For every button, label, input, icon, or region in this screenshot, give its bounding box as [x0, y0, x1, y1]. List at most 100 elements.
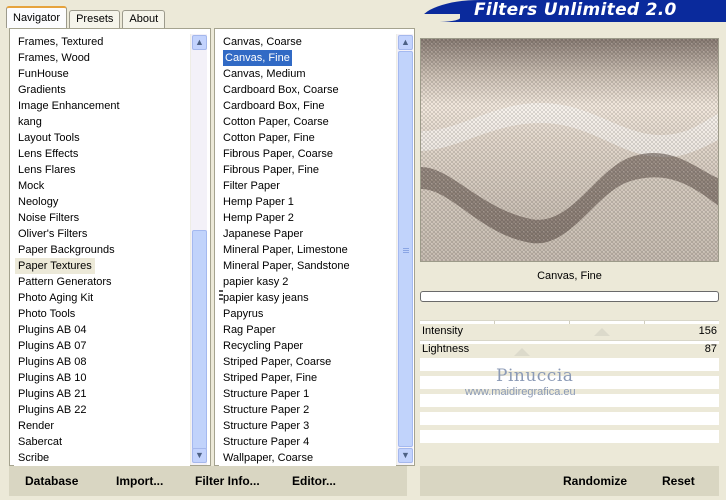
list-item-label: Plugins AB 22: [18, 404, 87, 416]
list-item[interactable]: Cotton Paper, Coarse: [219, 114, 396, 130]
chevron-down-icon[interactable]: ▼: [192, 448, 207, 463]
list-item[interactable]: Japanese Paper: [219, 226, 396, 242]
list-item[interactable]: Cardboard Box, Coarse: [219, 82, 396, 98]
list-item[interactable]: Striped Paper, Fine: [219, 370, 396, 386]
list-item[interactable]: FunHouse: [14, 66, 190, 82]
list-item[interactable]: Fibrous Paper, Coarse: [219, 146, 396, 162]
list-item-label: Hemp Paper 1: [223, 196, 294, 208]
list-item[interactable]: Neology: [14, 194, 190, 210]
list-item[interactable]: Recycling Paper: [219, 338, 396, 354]
list-item[interactable]: Mineral Paper, Limestone: [219, 242, 396, 258]
list-item-label: Paper Textures: [15, 258, 95, 274]
list-item-label: Canvas, Coarse: [223, 36, 302, 48]
list-item-label: Cardboard Box, Fine: [223, 100, 325, 112]
list-item-label: Canvas, Fine: [223, 50, 292, 66]
list-item[interactable]: Layout Tools: [14, 130, 190, 146]
list-item[interactable]: Striped Paper, Coarse: [219, 354, 396, 370]
list-item-label: Photo Tools: [18, 308, 76, 320]
editor-button[interactable]: Editor...: [292, 474, 336, 488]
list-item[interactable]: Hemp Paper 1: [219, 194, 396, 210]
list-item-label: Hemp Paper 2: [223, 212, 294, 224]
list-item-label: Neology: [18, 196, 59, 208]
list-item[interactable]: Pattern Generators: [14, 274, 190, 290]
list-item[interactable]: Render: [14, 418, 190, 434]
list-item[interactable]: Cotton Paper, Fine: [219, 130, 396, 146]
list-item[interactable]: Paper Backgrounds: [14, 242, 190, 258]
list-item[interactable]: Cardboard Box, Fine: [219, 98, 396, 114]
list-item[interactable]: Sabercat: [14, 434, 190, 450]
list-item[interactable]: Plugins AB 22: [14, 402, 190, 418]
list-item[interactable]: Frames, Wood: [14, 50, 190, 66]
list-item[interactable]: Plugins AB 10: [14, 370, 190, 386]
list-item[interactable]: Canvas, Fine: [219, 50, 396, 66]
lightness-slider-thumb[interactable]: [514, 348, 530, 356]
list-item[interactable]: Wallpaper, Coarse: [219, 450, 396, 466]
watermark-url: www.maidiregrafica.eu: [465, 386, 576, 398]
list-item[interactable]: papier kasy jeans: [219, 290, 396, 306]
list-item[interactable]: Filter Paper: [219, 178, 396, 194]
list-item-label: Rag Paper: [223, 324, 276, 336]
tab-about[interactable]: About: [122, 10, 166, 28]
filter-info-button[interactable]: Filter Info...: [195, 474, 260, 488]
list-item[interactable]: Structure Paper 1: [219, 386, 396, 402]
category-scrollbar[interactable]: ▲ ▼: [190, 34, 207, 465]
list-item[interactable]: Plugins AB 07: [14, 338, 190, 354]
list-item[interactable]: Structure Paper 4: [219, 434, 396, 450]
list-item[interactable]: Canvas, Coarse: [219, 34, 396, 50]
list-item[interactable]: Structure Paper 2: [219, 402, 396, 418]
list-item[interactable]: Frames, Textured: [14, 34, 190, 50]
chevron-up-icon[interactable]: ▲: [398, 35, 413, 50]
list-item[interactable]: Noise Filters: [14, 210, 190, 226]
tab-presets[interactable]: Presets: [69, 10, 121, 28]
import-button[interactable]: Import...: [116, 474, 163, 488]
list-item[interactable]: Plugins AB 21: [14, 386, 190, 402]
param-label: Lightness: [422, 343, 470, 355]
reset-button[interactable]: Reset: [662, 474, 695, 488]
filter-scroll-thumb[interactable]: [398, 51, 413, 447]
list-item[interactable]: Photo Tools: [14, 306, 190, 322]
list-item[interactable]: Plugins AB 04: [14, 322, 190, 338]
list-item-label: Mock: [18, 180, 45, 192]
filter-list[interactable]: Canvas, Coarse Canvas, Fine Canvas, Medium…: [219, 34, 396, 466]
list-item[interactable]: Papyrus: [219, 306, 396, 322]
chevron-up-icon[interactable]: ▲: [192, 35, 207, 50]
category-list[interactable]: Frames, Textured Frames, Wood FunHouse Grad…: [14, 34, 190, 466]
list-item[interactable]: Gradients: [14, 82, 190, 98]
category-scroll-thumb[interactable]: [192, 230, 207, 450]
list-item[interactable]: Photo Aging Kit: [14, 290, 190, 306]
chevron-down-icon[interactable]: ▼: [398, 448, 413, 463]
list-item-label: Frames, Textured: [18, 36, 104, 48]
list-item[interactable]: Image Enhancement: [14, 98, 190, 114]
list-item[interactable]: Scribe: [14, 450, 190, 466]
list-item[interactable]: Lens Effects: [14, 146, 190, 162]
list-item[interactable]: kang: [14, 114, 190, 130]
list-item-label: Image Enhancement: [18, 100, 120, 112]
filter-scrollbar[interactable]: ▲ ▼: [396, 34, 413, 465]
randomize-button[interactable]: Randomize: [563, 474, 627, 488]
list-item[interactable]: Mock: [14, 178, 190, 194]
list-item[interactable]: Rag Paper: [219, 322, 396, 338]
list-item[interactable]: Lens Flares: [14, 162, 190, 178]
list-item[interactable]: Fibrous Paper, Fine: [219, 162, 396, 178]
list-item[interactable]: Structure Paper 3: [219, 418, 396, 434]
list-item[interactable]: Hemp Paper 2: [219, 210, 396, 226]
list-item-label: Structure Paper 3: [223, 420, 310, 432]
filter-name-label: Canvas, Fine: [537, 270, 602, 282]
list-item[interactable]: papier kasy 2: [219, 274, 396, 290]
list-item[interactable]: Canvas, Medium: [219, 66, 396, 82]
database-button[interactable]: Database: [25, 474, 78, 488]
list-item-label: Cardboard Box, Coarse: [223, 84, 339, 96]
list-item-label: Cotton Paper, Coarse: [223, 116, 329, 128]
watermark-name: Pinuccia: [496, 366, 574, 386]
preview-image[interactable]: [420, 38, 719, 262]
list-item-label: Structure Paper 2: [223, 404, 310, 416]
tab-navigator[interactable]: Navigator: [6, 6, 68, 28]
list-item[interactable]: Paper Textures: [14, 258, 190, 274]
list-item-label: Oliver's Filters: [18, 228, 88, 240]
list-item-label: papier kasy jeans: [223, 292, 309, 304]
list-item-label: Filter Paper: [223, 180, 280, 192]
list-item-label: Photo Aging Kit: [18, 292, 94, 304]
list-item[interactable]: Mineral Paper, Sandstone: [219, 258, 396, 274]
list-item[interactable]: Plugins AB 08: [14, 354, 190, 370]
list-item[interactable]: Oliver's Filters: [14, 226, 190, 242]
